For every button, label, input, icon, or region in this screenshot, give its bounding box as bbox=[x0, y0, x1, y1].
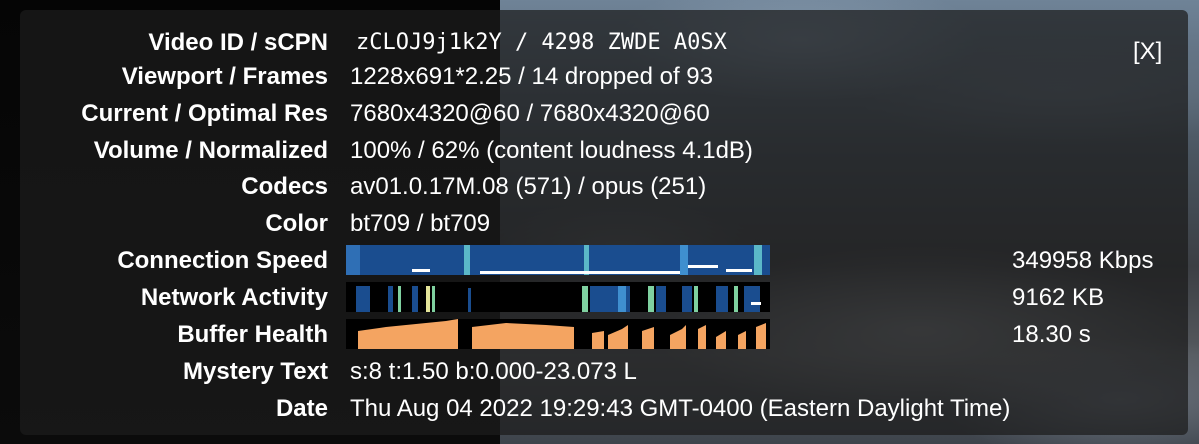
connection-speed-value: 349958 Kbps bbox=[1012, 247, 1154, 274]
stat-row-mystery-text: Mystery Text s:8 t:1.50 b:0.000-23.073 L bbox=[0, 353, 1199, 390]
stat-label: Video ID / sCPN bbox=[148, 29, 328, 56]
network-activity-value: 9162 KB bbox=[1012, 284, 1105, 311]
stat-label: Codecs bbox=[241, 173, 328, 200]
stat-row-viewport: Viewport / Frames 1228x691*2.25 / 14 dro… bbox=[0, 58, 1199, 95]
stat-label: Volume / Normalized bbox=[93, 137, 328, 164]
buffer-health-value: 18.30 s bbox=[1012, 321, 1091, 348]
stat-row-network-activity: Network Activity 9162 KB bbox=[0, 279, 1199, 316]
stat-label: Mystery Text bbox=[183, 358, 328, 385]
stat-label: Current / Optimal Res bbox=[81, 100, 328, 127]
stat-label: Date bbox=[275, 395, 328, 422]
stat-label: Buffer Health bbox=[177, 321, 328, 348]
buffer-health-graph bbox=[346, 319, 770, 349]
connection-speed-graph bbox=[346, 245, 770, 275]
stat-row-date: Date Thu Aug 04 2022 19:29:43 GMT-0400 (… bbox=[0, 390, 1199, 427]
stat-row-codecs: Codecs av01.0.17M.08 (571) / opus (251) bbox=[0, 168, 1199, 205]
stat-value: Thu Aug 04 2022 19:29:43 GMT-0400 (Easte… bbox=[350, 395, 1011, 422]
stat-row-volume: Volume / Normalized 100% / 62% (content … bbox=[0, 132, 1199, 169]
stat-value: 7680x4320@60 / 7680x4320@60 bbox=[350, 100, 710, 127]
stat-label: Connection Speed bbox=[117, 247, 328, 274]
stat-row-buffer-health: Buffer Health 18.30 s bbox=[0, 316, 1199, 353]
stat-row-resolution: Current / Optimal Res 7680x4320@60 / 768… bbox=[0, 95, 1199, 132]
stat-row-video-id: Video ID / sCPN zCLOJ9j1k2Y / 4298 ZWDE … bbox=[0, 24, 1199, 61]
stat-value: av01.0.17M.08 (571) / opus (251) bbox=[350, 173, 707, 200]
stat-value: 1228x691*2.25 / 14 dropped of 93 bbox=[350, 63, 713, 90]
stat-label: Viewport / Frames bbox=[121, 63, 328, 90]
stat-value: s:8 t:1.50 b:0.000-23.073 L bbox=[350, 358, 637, 385]
stat-value: bt709 / bt709 bbox=[350, 210, 491, 237]
network-activity-graph bbox=[346, 282, 770, 312]
stat-value: 100% / 62% (content loudness 4.1dB) bbox=[350, 137, 753, 164]
stat-label: Color bbox=[265, 210, 328, 237]
stat-row-color: Color bt709 / bt709 bbox=[0, 205, 1199, 242]
stat-value: zCLOJ9j1k2Y / 4298 ZWDE A0SX bbox=[356, 30, 727, 55]
stat-label: Network Activity bbox=[140, 284, 328, 311]
stat-row-connection-speed: Connection Speed 349958 Kbps bbox=[0, 242, 1199, 279]
